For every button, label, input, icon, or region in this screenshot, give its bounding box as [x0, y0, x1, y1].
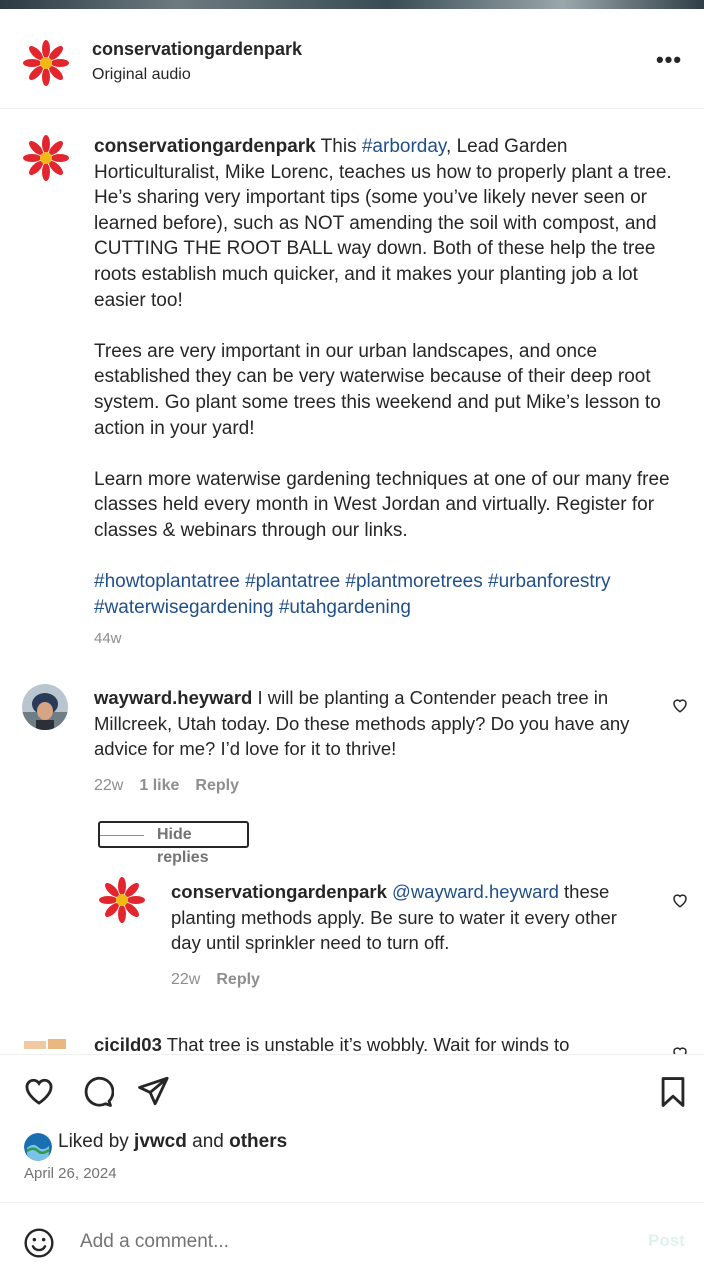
likes-others-link[interactable]: others — [229, 1131, 287, 1152]
hashtag-link[interactable]: #howtoplantatree — [94, 571, 240, 592]
flower-logo-icon — [22, 39, 70, 87]
caption-paragraph-2: Trees are very important in our urban la… — [94, 340, 661, 439]
commenter-avatar[interactable] — [22, 684, 68, 730]
post-header: conservationgardenpark Original audio ••… — [0, 9, 704, 109]
video-top-edge — [0, 0, 704, 9]
hashtag-link[interactable]: #plantatree — [245, 571, 340, 592]
caption-hashtags: #howtoplantatree #plantatree #plantmoret… — [94, 569, 674, 620]
emoji-picker-icon[interactable] — [23, 1227, 55, 1259]
hide-replies-label: Hide replies — [157, 826, 209, 866]
comment-bubble-icon[interactable] — [80, 1075, 114, 1109]
audio-label[interactable]: Original audio — [92, 66, 191, 84]
like-heart-icon[interactable] — [22, 1074, 56, 1108]
mention-link[interactable]: @wayward.heyward — [392, 881, 559, 902]
like-comment-heart-icon[interactable] — [671, 1044, 689, 1054]
comment-text: That tree is unstable it’s wobbly. Wait … — [161, 1034, 570, 1054]
hashtag-link[interactable]: #waterwisegardening — [94, 597, 274, 618]
comment-timestamp[interactable]: 22w — [94, 777, 123, 794]
divider-line — [100, 835, 144, 836]
more-icon: ••• — [655, 47, 683, 72]
hashtag-link[interactable]: #plantmoretrees — [345, 571, 482, 592]
liker-avatar[interactable] — [24, 1133, 52, 1161]
comment-username[interactable]: cicild03 — [94, 1034, 162, 1054]
save-bookmark-icon[interactable] — [656, 1075, 690, 1109]
reply-avatar[interactable] — [98, 876, 146, 924]
caption-paragraph-1: , Lead Garden Horticulturalist, Mike Lor… — [94, 136, 672, 311]
comment-item: cicild03 That tree is unstable it’s wobb… — [94, 1032, 654, 1054]
caption-intro: This — [315, 136, 362, 157]
comment-item: wayward.heyward I will be planting a Con… — [94, 685, 654, 762]
liked-by-prefix: Liked by — [58, 1131, 135, 1152]
water-drop-logo-icon — [24, 1133, 52, 1161]
hashtag-link[interactable]: #arborday — [362, 136, 446, 157]
caption-paragraph-3: Learn more waterwise gardening technique… — [94, 468, 670, 541]
flower-logo-icon — [98, 876, 146, 924]
liked-by-and: and — [186, 1131, 230, 1152]
reply-timestamp[interactable]: 22w — [171, 971, 200, 988]
post-date[interactable]: April 26, 2024 — [24, 1165, 117, 1182]
more-options-button[interactable]: ••• — [652, 49, 686, 78]
comment-input[interactable] — [80, 1227, 640, 1257]
flower-logo-icon — [22, 134, 70, 182]
post-username[interactable]: conservationgardenpark — [92, 39, 302, 60]
post-caption: conservationgardenpark This #arborday, L… — [94, 134, 674, 620]
commenter-avatar[interactable] — [22, 1031, 68, 1054]
reply-button[interactable]: Reply — [216, 971, 260, 988]
caption-username[interactable]: conservationgardenpark — [94, 136, 316, 157]
post-actions: Liked by jvwcd and others April 26, 2024 — [0, 1054, 704, 1204]
post-comment-button[interactable]: Post — [648, 1231, 685, 1251]
avatar[interactable] — [22, 39, 70, 87]
reply-meta: 22w Reply — [171, 971, 276, 989]
comment-meta: 22w 1 like Reply — [94, 777, 255, 795]
hashtag-link[interactable]: #urbanforestry — [488, 571, 611, 592]
comments-scroll-area[interactable]: conservationgardenpark This #arborday, L… — [0, 110, 704, 1054]
add-comment-bar: Post — [0, 1202, 704, 1274]
reply-username[interactable]: conservationgardenpark — [171, 881, 387, 902]
hashtag-link[interactable]: #utahgardening — [279, 597, 411, 618]
comment-likes[interactable]: 1 like — [139, 777, 179, 794]
person-photo-icon — [22, 684, 68, 730]
like-comment-heart-icon[interactable] — [671, 696, 689, 714]
reply-button[interactable]: Reply — [195, 777, 239, 794]
caption-timestamp[interactable]: 44w — [94, 630, 122, 647]
commenter-logo-icon — [22, 1031, 68, 1053]
hide-replies-button[interactable]: Hide replies — [98, 821, 249, 866]
caption-avatar[interactable] — [22, 134, 70, 182]
share-send-icon[interactable] — [136, 1074, 170, 1108]
comment-username[interactable]: wayward.heyward — [94, 687, 252, 708]
reply-item: conservationgardenpark @wayward.heyward … — [171, 879, 651, 956]
liked-by-summary: Liked by jvwcd and others — [58, 1131, 287, 1153]
like-reply-heart-icon[interactable] — [671, 891, 689, 909]
liker-username[interactable]: jvwcd — [134, 1131, 187, 1152]
